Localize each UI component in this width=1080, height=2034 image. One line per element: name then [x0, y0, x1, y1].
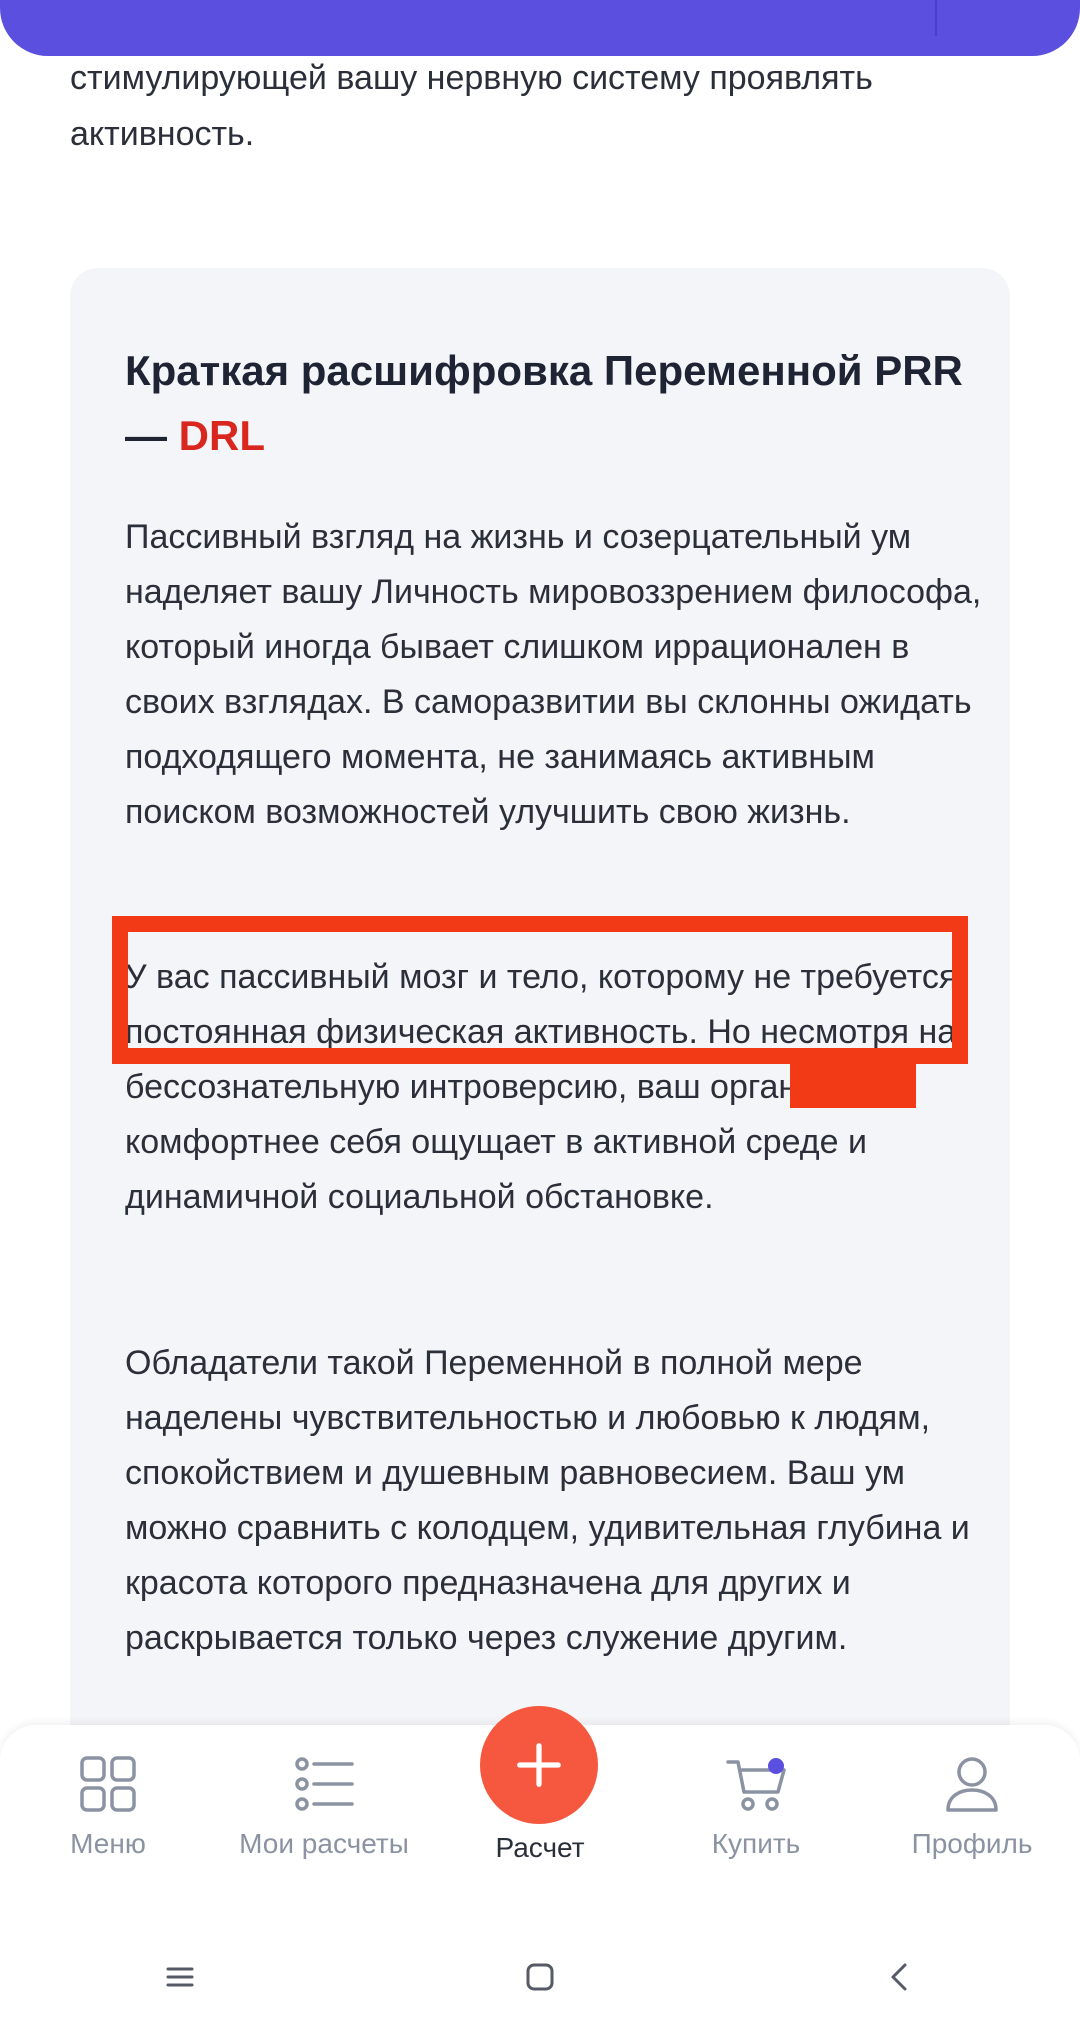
- annotation-highlight-tab: [790, 1056, 916, 1108]
- top-app-bar: [0, 0, 1080, 56]
- cart-badge-dot: [768, 1758, 784, 1774]
- nav-item-buy[interactable]: Купить: [648, 1752, 864, 1872]
- nav-item-profile[interactable]: Профиль: [864, 1752, 1080, 1872]
- card-title: Краткая расшифровка Переменной PRR — DRL: [125, 338, 985, 468]
- plus-icon: [517, 1743, 561, 1787]
- nav-item-menu[interactable]: Меню: [0, 1752, 216, 1872]
- card-title-accent: DRL: [178, 412, 265, 459]
- card-paragraph-3: Обладатели такой Переменной в полной мер…: [125, 1344, 970, 1657]
- nav-label-buy: Купить: [711, 1828, 801, 1859]
- list-icon: [295, 1757, 354, 1811]
- recent-apps-icon[interactable]: [160, 1957, 200, 1997]
- home-icon[interactable]: [520, 1957, 560, 1997]
- back-icon[interactable]: [880, 1957, 920, 1997]
- user-icon: [946, 1757, 998, 1812]
- nav-label-menu: Меню: [70, 1828, 146, 1859]
- calc-fab-button[interactable]: [480, 1706, 598, 1824]
- nav-label-profile: Профиль: [911, 1828, 1033, 1859]
- grid-icon: [80, 1756, 136, 1812]
- intro-text: стимулирующей вашу нервную систему прояв…: [70, 59, 873, 153]
- annotation-highlight-box: [112, 916, 968, 1064]
- nav-label-my-calcs: Мои расчеты: [239, 1828, 409, 1859]
- system-navigation-bar: [0, 1920, 1080, 2034]
- top-bar-divider: [935, 0, 937, 36]
- nav-item-my-calcs[interactable]: Мои расчеты: [216, 1752, 432, 1872]
- card-paragraph-1: Пассивный взгляд на жизнь и созерцательн…: [125, 518, 982, 831]
- nav-label-calc[interactable]: Расчет: [440, 1832, 640, 1864]
